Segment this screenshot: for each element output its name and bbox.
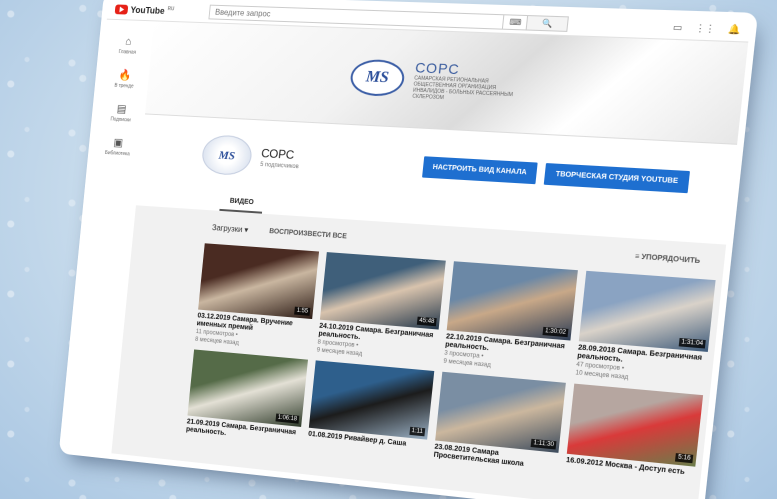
video-card[interactable]: 1:06:18 21.09.2019 Самара. Безграничная р… bbox=[186, 349, 308, 445]
avatar[interactable]: MS bbox=[200, 134, 254, 177]
apps-grid-icon[interactable]: ⋮⋮ bbox=[695, 23, 716, 35]
video-card[interactable]: 1:31:04 28.09.2018 Самара. Безграничная р… bbox=[575, 270, 716, 389]
video-card[interactable]: 5:16 16.09.2012 Москва - Доступ есть bbox=[565, 383, 704, 487]
sidebar-icon: 🔥 bbox=[118, 69, 132, 82]
youtube-logo-text: YouTube bbox=[130, 4, 166, 16]
video-card[interactable]: 1:11 01.08.2019 Ривайвер д. Саша bbox=[307, 360, 435, 458]
video-duration: 1:30:02 bbox=[542, 326, 569, 338]
youtube-logo[interactable]: YouTube RU bbox=[114, 3, 175, 16]
tab-video[interactable]: ВИДЕО bbox=[219, 197, 264, 214]
sidebar-item-2[interactable]: ▤ Подписки bbox=[110, 102, 132, 123]
video-card[interactable]: 1:30:02 22.10.2019 Самара. Безграничная р… bbox=[443, 261, 578, 376]
channel-name: СОРС bbox=[260, 146, 295, 162]
sidebar-item-label: В тренде bbox=[114, 82, 134, 90]
play-all-button[interactable]: ВОСПРОИЗВЕСТИ ВСЕ bbox=[269, 228, 347, 240]
video-thumbnail[interactable]: 5:16 bbox=[566, 383, 704, 467]
video-card[interactable]: 1:55 03.12.2019 Самара. Вручение именных … bbox=[195, 243, 320, 353]
youtube-play-icon bbox=[114, 3, 129, 15]
stage: YouTube RU ⌨ 🔍 ▭ ⋮⋮ 🔔 ⌂Главная 🔥В тренде ▤… bbox=[0, 0, 777, 499]
video-thumbnail[interactable]: 1:31:04 bbox=[578, 270, 716, 352]
customize-channel-button[interactable]: НАСТРОИТЬ ВИД КАНАЛА bbox=[421, 155, 539, 184]
video-thumbnail[interactable]: 1:06:18 bbox=[187, 349, 308, 427]
subscriber-count: 5 подписчиков bbox=[259, 162, 299, 171]
video-duration: 1:11:30 bbox=[531, 438, 557, 450]
sidebar-item-label: Подписки bbox=[110, 116, 131, 124]
search-button[interactable]: 🔍 bbox=[525, 15, 570, 32]
video-thumbnail[interactable]: 1:11 bbox=[308, 360, 435, 440]
video-thumbnail[interactable]: 1:30:02 bbox=[446, 261, 578, 341]
video-thumbnail[interactable]: 1:11:30 bbox=[435, 371, 566, 453]
main-content: MS СОРС САМАРСКАЯ РЕГИОНАЛЬНАЯ ОБЩЕСТВЕН… bbox=[111, 21, 749, 499]
bell-icon[interactable]: 🔔 bbox=[728, 24, 742, 36]
top-icons: ▭ ⋮⋮ 🔔 bbox=[672, 22, 741, 36]
sidebar-item-label: Главная bbox=[118, 49, 137, 56]
video-duration: 1:31:04 bbox=[678, 337, 706, 349]
uploads-dropdown[interactable]: Загрузки ▾ bbox=[212, 223, 249, 234]
sort-button[interactable]: ≡ УПОРЯДОЧИТЬ bbox=[635, 253, 701, 265]
channel-info: СОРС 5 подписчиков bbox=[260, 146, 301, 170]
sidebar-icon: ⌂ bbox=[124, 35, 132, 48]
search-icon: 🔍 bbox=[541, 18, 554, 29]
sidebar-icon: ▤ bbox=[116, 103, 127, 116]
video-thumbnail[interactable]: 45:48 bbox=[319, 252, 446, 330]
banner-text: СОРС САМАРСКАЯ РЕГИОНАЛЬНАЯ ОБЩЕСТВЕННАЯ… bbox=[412, 59, 518, 104]
video-duration: 1:55 bbox=[294, 306, 311, 316]
keyboard-icon[interactable]: ⌨ bbox=[503, 14, 528, 31]
video-duration: 45:48 bbox=[416, 316, 437, 327]
ms-logo: MS bbox=[348, 58, 407, 97]
sidebar-item-1[interactable]: 🔥 В тренде bbox=[114, 68, 135, 89]
sidebar-icon: ▣ bbox=[113, 137, 124, 150]
video-thumbnail[interactable]: 1:55 bbox=[198, 243, 320, 320]
sidebar-item-3[interactable]: ▣ Библиотека bbox=[104, 136, 132, 158]
video-duration: 1:11 bbox=[409, 426, 426, 437]
youtube-logo-region: RU bbox=[167, 5, 175, 12]
sidebar-item-0[interactable]: ⌂ Главная bbox=[118, 36, 137, 56]
video-grid: 1:55 03.12.2019 Самара. Вручение именных … bbox=[114, 238, 722, 487]
video-duration: 1:06:18 bbox=[275, 413, 300, 424]
banner-subtitle: САМАРСКАЯ РЕГИОНАЛЬНАЯ ОБЩЕСТВЕННАЯ ОРГА… bbox=[412, 74, 514, 101]
youtube-channel-screen: YouTube RU ⌨ 🔍 ▭ ⋮⋮ 🔔 ⌂Главная 🔥В тренде ▤… bbox=[64, 0, 751, 499]
video-card[interactable]: 1:11:30 23.08.2019 Самара Просветительска… bbox=[433, 371, 566, 473]
body: ⌂ Главная 🔥 В тренде ▤ Подписки ▣ Библиотека MS… bbox=[64, 19, 749, 499]
video-card[interactable]: 45:48 24.10.2019 Самара. Безграничная реа… bbox=[316, 252, 446, 365]
youtube-studio-button[interactable]: ТВОРЧЕСКАЯ СТУДИЯ YOUTUBE bbox=[544, 162, 691, 193]
channel-buttons: НАСТРОИТЬ ВИД КАНАЛА ТВОРЧЕСКАЯ СТУДИЯ Y… bbox=[421, 155, 691, 193]
video-camera-icon[interactable]: ▭ bbox=[672, 22, 682, 34]
video-duration: 5:16 bbox=[675, 453, 694, 464]
sidebar-item-label: Библиотека bbox=[104, 150, 130, 158]
